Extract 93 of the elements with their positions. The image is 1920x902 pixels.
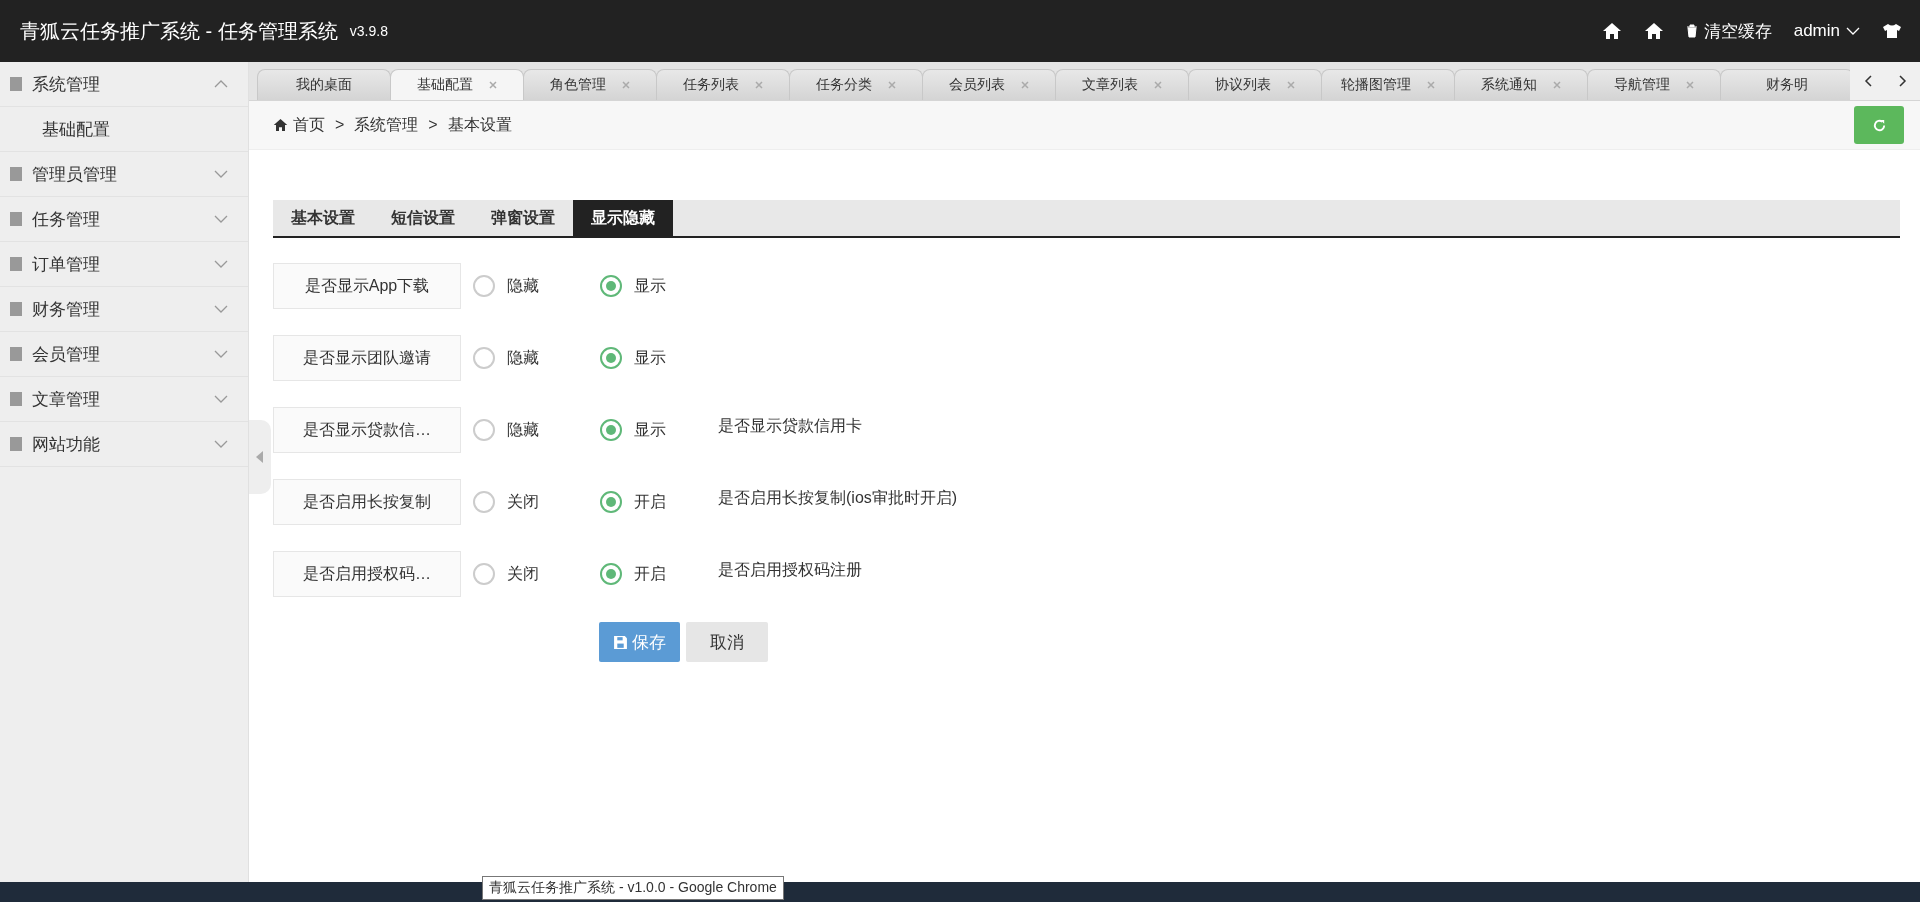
sidebar-subitem[interactable]: 基础配置 <box>0 107 248 152</box>
close-icon[interactable] <box>1686 81 1694 89</box>
radio-label[interactable]: 开启 <box>634 491 666 513</box>
tooltip: 青狐云任务推广系统 - v1.0.0 - Google Chrome <box>482 876 784 900</box>
page-tab[interactable]: 系统通知 <box>1454 69 1588 100</box>
radio-label[interactable]: 开启 <box>634 563 666 585</box>
field-description: 是否启用授权码注册 <box>718 560 862 580</box>
settings-tab[interactable]: 基本设置 <box>273 200 373 236</box>
app-title: 青狐云任务推广系统 - 任务管理系统 <box>20 18 338 44</box>
radio-button[interactable] <box>600 419 622 441</box>
radio-button[interactable] <box>600 275 622 297</box>
field-label: 是否显示App下载 <box>273 263 461 309</box>
close-icon[interactable] <box>1287 81 1295 89</box>
radio-button[interactable] <box>473 347 495 369</box>
chevron-icon <box>214 305 228 313</box>
radio-button[interactable] <box>473 563 495 585</box>
field-description: 是否显示贷款信用卡 <box>718 416 862 436</box>
chevron-down-icon <box>1846 27 1860 35</box>
breadcrumb-separator: > <box>428 116 438 134</box>
chevron-left-icon[interactable] <box>1863 75 1872 87</box>
page-tab[interactable]: 轮播图管理 <box>1321 69 1455 100</box>
breadcrumb-link[interactable]: 首页 <box>293 114 325 136</box>
radio-label[interactable]: 隐藏 <box>507 347 539 369</box>
triangle-left-icon <box>256 451 264 463</box>
radio-button[interactable] <box>473 491 495 513</box>
page-tab[interactable]: 我的桌面 <box>257 69 391 100</box>
radio-button[interactable] <box>473 275 495 297</box>
close-icon[interactable] <box>1553 81 1561 89</box>
radio-button[interactable] <box>600 347 622 369</box>
page-tab[interactable]: 角色管理 <box>523 69 657 100</box>
chevron-icon <box>214 440 228 448</box>
sidebar-item[interactable]: 管理员管理 <box>0 152 248 197</box>
close-icon[interactable] <box>1021 81 1029 89</box>
chevron-icon <box>214 260 228 268</box>
refresh-icon <box>1871 117 1887 133</box>
home-icon[interactable] <box>1643 22 1664 40</box>
field-description: 是否启用长按复制(ios审批时开启) <box>718 488 958 508</box>
page-tab[interactable]: 会员列表 <box>922 69 1056 100</box>
refresh-button[interactable] <box>1854 106 1904 144</box>
close-icon[interactable] <box>1427 81 1435 89</box>
radio-button[interactable] <box>600 491 622 513</box>
radio-button[interactable] <box>473 419 495 441</box>
home-icon <box>273 118 288 132</box>
chevron-icon <box>214 215 228 223</box>
field-label: 是否显示贷款信… <box>273 407 461 453</box>
radio-label[interactable]: 隐藏 <box>507 275 539 297</box>
close-icon[interactable] <box>888 81 896 89</box>
field-label: 是否启用长按复制 <box>273 479 461 525</box>
page-tab[interactable]: 任务分类 <box>789 69 923 100</box>
sidebar-item[interactable]: 网站功能 <box>0 422 248 467</box>
sidebar-toggle[interactable] <box>249 420 271 494</box>
radio-label[interactable]: 显示 <box>634 347 666 369</box>
close-icon[interactable] <box>1154 81 1162 89</box>
radio-button[interactable] <box>600 563 622 585</box>
chevron-icon <box>214 170 228 178</box>
page-tab[interactable]: 基础配置 <box>390 69 524 100</box>
chevron-icon <box>214 395 228 403</box>
breadcrumb-link[interactable]: 基本设置 <box>447 114 512 136</box>
page-tab[interactable]: 文章列表 <box>1055 69 1189 100</box>
chevron-icon <box>214 80 228 88</box>
breadcrumb-separator: > <box>335 116 345 134</box>
chevron-icon <box>214 350 228 358</box>
page-tab[interactable]: 协议列表 <box>1188 69 1322 100</box>
settings-tab[interactable]: 弹窗设置 <box>473 200 573 236</box>
sidebar-item[interactable]: 财务管理 <box>0 287 248 332</box>
sidebar-item[interactable]: 文章管理 <box>0 377 248 422</box>
user-menu[interactable]: admin <box>1793 21 1860 41</box>
home-icon[interactable] <box>1601 22 1622 40</box>
settings-tab[interactable]: 短信设置 <box>373 200 473 236</box>
version-label: v3.9.8 <box>349 23 388 39</box>
cancel-button[interactable]: 取消 <box>686 622 768 662</box>
settings-tab[interactable]: 显示隐藏 <box>573 200 673 236</box>
radio-label[interactable]: 显示 <box>634 275 666 297</box>
radio-label[interactable]: 关闭 <box>507 563 539 585</box>
radio-label[interactable]: 关闭 <box>507 491 539 513</box>
field-label: 是否显示团队邀请 <box>273 335 461 381</box>
sidebar-item[interactable]: 订单管理 <box>0 242 248 287</box>
breadcrumb-link[interactable]: 系统管理 <box>354 114 419 136</box>
clear-cache-button[interactable]: 清空缓存 <box>1685 19 1772 43</box>
close-icon[interactable] <box>489 81 497 89</box>
trash-icon <box>1685 24 1698 38</box>
sidebar-item[interactable]: 任务管理 <box>0 197 248 242</box>
page-tab[interactable]: 导航管理 <box>1587 69 1721 100</box>
close-icon[interactable] <box>755 81 763 89</box>
shirt-icon[interactable] <box>1882 23 1902 39</box>
radio-label[interactable]: 显示 <box>634 419 666 441</box>
page-tab[interactable]: 任务列表 <box>656 69 790 100</box>
radio-label[interactable]: 隐藏 <box>507 419 539 441</box>
close-icon[interactable] <box>622 81 630 89</box>
field-label: 是否启用授权码… <box>273 551 461 597</box>
sidebar-item[interactable]: 会员管理 <box>0 332 248 377</box>
sidebar-item[interactable]: 系统管理 <box>0 62 248 107</box>
chevron-right-icon[interactable] <box>1898 75 1907 87</box>
